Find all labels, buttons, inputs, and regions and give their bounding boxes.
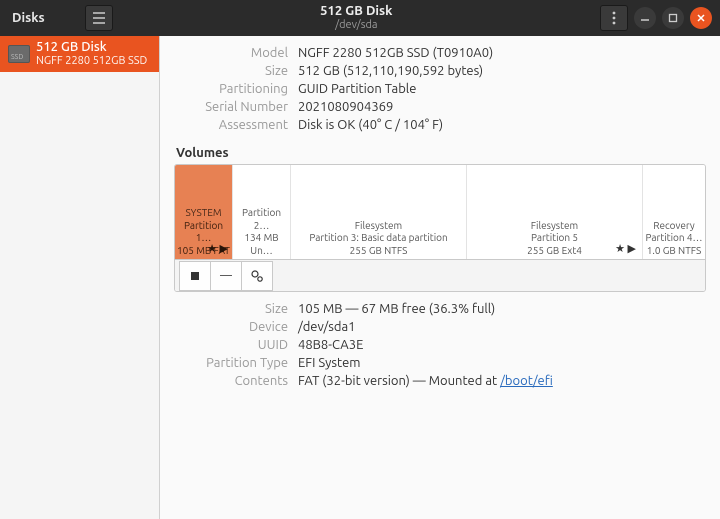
titlebar-center: 512 GB Disk /dev/sda <box>113 4 600 32</box>
close-button[interactable] <box>690 7 712 29</box>
value-assessment: Disk is OK (40° C / 104° F) <box>298 118 706 132</box>
mount-point-link[interactable]: /boot/efi <box>500 374 553 388</box>
partition-5[interactable]: Filesystem Partition 5 255 GB Ext4 ★ ▶ <box>467 165 643 259</box>
star-play-icon: ★ ▶ <box>207 243 228 257</box>
hamburger-icon <box>92 12 106 24</box>
value-pdevice: /dev/sda1 <box>298 320 706 334</box>
value-ptype: EFI System <box>298 356 706 370</box>
sidebar-disk-desc: NGFF 2280 512GB SSD <box>36 55 147 68</box>
app-name: Disks <box>8 11 77 25</box>
drive-info: Model NGFF 2280 512GB SSD (T0910A0) Size… <box>168 46 706 132</box>
label-assessment: Assessment <box>168 118 288 132</box>
value-puuid: 48B8-CA3E <box>298 338 706 352</box>
minimize-icon <box>640 13 650 23</box>
volumes-box: SYSTEM Partition 1… 105 MB FAT ★ ▶ Parti… <box>174 164 706 292</box>
titlebar-right <box>600 5 720 31</box>
label-ptype: Partition Type <box>168 356 288 370</box>
volume-actions: — <box>175 259 705 291</box>
label-model: Model <box>168 46 288 60</box>
close-icon <box>696 13 706 23</box>
minus-icon: — <box>220 269 232 282</box>
label-serial: Serial Number <box>168 100 288 114</box>
partition-4[interactable]: Recovery Partition 4… 1.0 GB NTFS <box>643 165 705 259</box>
label-partitioning: Partitioning <box>168 82 288 96</box>
value-size: 512 GB (512,110,190,592 bytes) <box>298 64 706 78</box>
value-partitioning: GUID Partition Table <box>298 82 706 96</box>
gears-icon <box>250 269 264 283</box>
maximize-icon <box>668 13 678 23</box>
hamburger-menu-button[interactable] <box>85 5 113 31</box>
kebab-icon <box>612 11 616 25</box>
titlebar: Disks 512 GB Disk /dev/sda <box>0 0 720 36</box>
sidebar-disk-name: 512 GB Disk <box>36 40 147 55</box>
drive-menu-button[interactable] <box>600 5 628 31</box>
partition-info: Size 105 MB — 67 MB free (36.3% full) De… <box>168 302 706 388</box>
partition-1[interactable]: SYSTEM Partition 1… 105 MB FAT ★ ▶ <box>175 165 233 259</box>
titlebar-left: Disks <box>0 5 113 31</box>
partition-3[interactable]: Filesystem Partition 3: Basic data parti… <box>291 165 467 259</box>
value-psize: 105 MB — 67 MB free (36.3% full) <box>298 302 706 316</box>
star-play-icon: ★ ▶ <box>615 243 636 257</box>
value-pcontents: FAT (32-bit version) — Mounted at /boot/… <box>298 374 706 388</box>
maximize-button[interactable] <box>662 7 684 29</box>
label-pcontents: Contents <box>168 374 288 388</box>
delete-partition-button[interactable]: — <box>210 261 242 291</box>
value-serial: 2021080904369 <box>298 100 706 114</box>
label-psize: Size <box>168 302 288 316</box>
sidebar: SSD 512 GB Disk NGFF 2280 512GB SSD <box>0 36 160 519</box>
partition-options-button[interactable] <box>241 261 273 291</box>
partition-2[interactable]: Partition 2… 134 MB Un… <box>233 165 291 259</box>
main-panel: Model NGFF 2280 512GB SSD (T0910A0) Size… <box>160 36 720 519</box>
sidebar-disk-item[interactable]: SSD 512 GB Disk NGFF 2280 512GB SSD <box>0 36 159 72</box>
label-size: Size <box>168 64 288 78</box>
volumes-header: Volumes <box>176 146 706 160</box>
stop-icon <box>190 271 200 281</box>
ssd-icon: SSD <box>8 45 30 63</box>
sidebar-disk-label: 512 GB Disk NGFF 2280 512GB SSD <box>36 40 147 68</box>
minimize-button[interactable] <box>634 7 656 29</box>
value-model: NGFF 2280 512GB SSD (T0910A0) <box>298 46 706 60</box>
window-subtitle: /dev/sda <box>113 19 600 32</box>
volumes-row: SYSTEM Partition 1… 105 MB FAT ★ ▶ Parti… <box>175 165 705 259</box>
window-title: 512 GB Disk <box>113 4 600 19</box>
label-pdevice: Device <box>168 320 288 334</box>
unmount-button[interactable] <box>179 261 211 291</box>
label-puuid: UUID <box>168 338 288 352</box>
